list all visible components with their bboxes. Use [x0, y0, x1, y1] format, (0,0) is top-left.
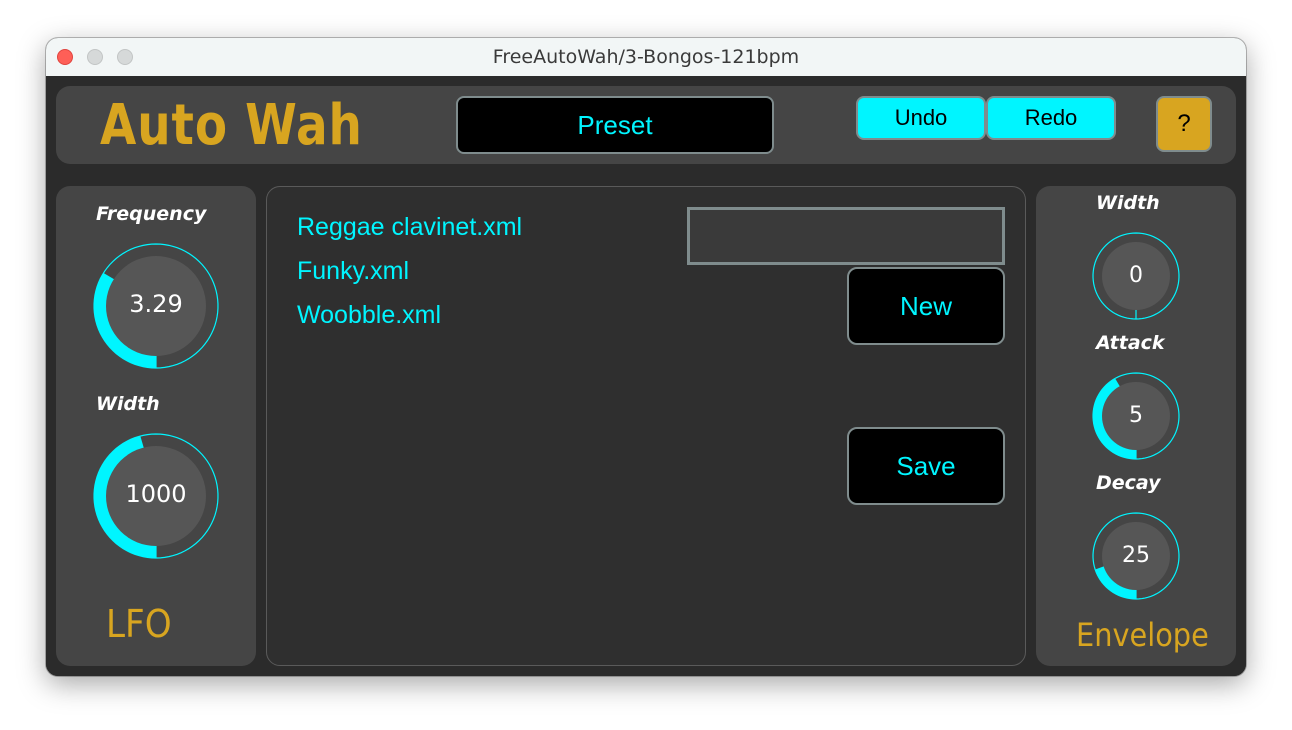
header-panel: Auto Wah Preset Undo Redo ? — [56, 86, 1236, 164]
plugin-body: Auto Wah Preset Undo Redo ? Frequency 3.… — [46, 76, 1246, 676]
plugin-window: FreeAutoWah/3-Bongos-121bpm Auto Wah Pre… — [46, 38, 1246, 676]
app-title: Auto Wah — [100, 93, 363, 158]
envelope-section-label: Envelope — [1076, 616, 1209, 654]
lfo-width-knob[interactable]: 1000 — [86, 426, 226, 566]
lfo-frequency-label: Frequency — [96, 203, 207, 225]
envelope-panel: Width 0 Attack 5 Decay 25 Envelope — [1036, 186, 1236, 666]
title-bar[interactable]: FreeAutoWah/3-Bongos-121bpm — [46, 38, 1246, 77]
envelope-decay-knob[interactable]: 25 — [1086, 506, 1186, 606]
envelope-width-knob[interactable]: 0 — [1086, 226, 1186, 326]
redo-button[interactable]: Redo — [986, 96, 1116, 140]
lfo-width-value: 1000 — [125, 480, 187, 508]
undo-button[interactable]: Undo — [856, 96, 986, 140]
preset-file-item[interactable]: Funky.xml — [297, 257, 409, 286]
save-preset-button[interactable]: Save — [847, 427, 1005, 505]
new-preset-button[interactable]: New — [847, 267, 1005, 345]
lfo-frequency-value: 3.29 — [129, 290, 183, 318]
envelope-decay-value: 25 — [1122, 543, 1150, 568]
envelope-width-label: Width — [1096, 192, 1160, 214]
lfo-frequency-knob[interactable]: 3.29 — [86, 236, 226, 376]
envelope-decay-label: Decay — [1096, 472, 1161, 494]
envelope-attack-knob[interactable]: 5 — [1086, 366, 1186, 466]
envelope-attack-label: Attack — [1096, 332, 1165, 354]
preset-file-item[interactable]: Woobble.xml — [297, 301, 441, 330]
lfo-panel: Frequency 3.29 Width 1000 LFO — [56, 186, 256, 666]
envelope-attack-value: 5 — [1129, 403, 1143, 428]
window-title: FreeAutoWah/3-Bongos-121bpm — [492, 46, 800, 68]
help-button[interactable]: ? — [1156, 96, 1212, 152]
preset-name-input[interactable] — [687, 207, 1005, 265]
lfo-width-label: Width — [96, 393, 160, 415]
preset-file-item[interactable]: Reggae clavinet.xml — [297, 213, 522, 242]
preset-browser: Reggae clavinet.xml Funky.xml Woobble.xm… — [266, 186, 1026, 666]
lfo-section-label: LFO — [106, 602, 172, 646]
envelope-width-value: 0 — [1129, 263, 1143, 288]
preset-button[interactable]: Preset — [456, 96, 774, 154]
